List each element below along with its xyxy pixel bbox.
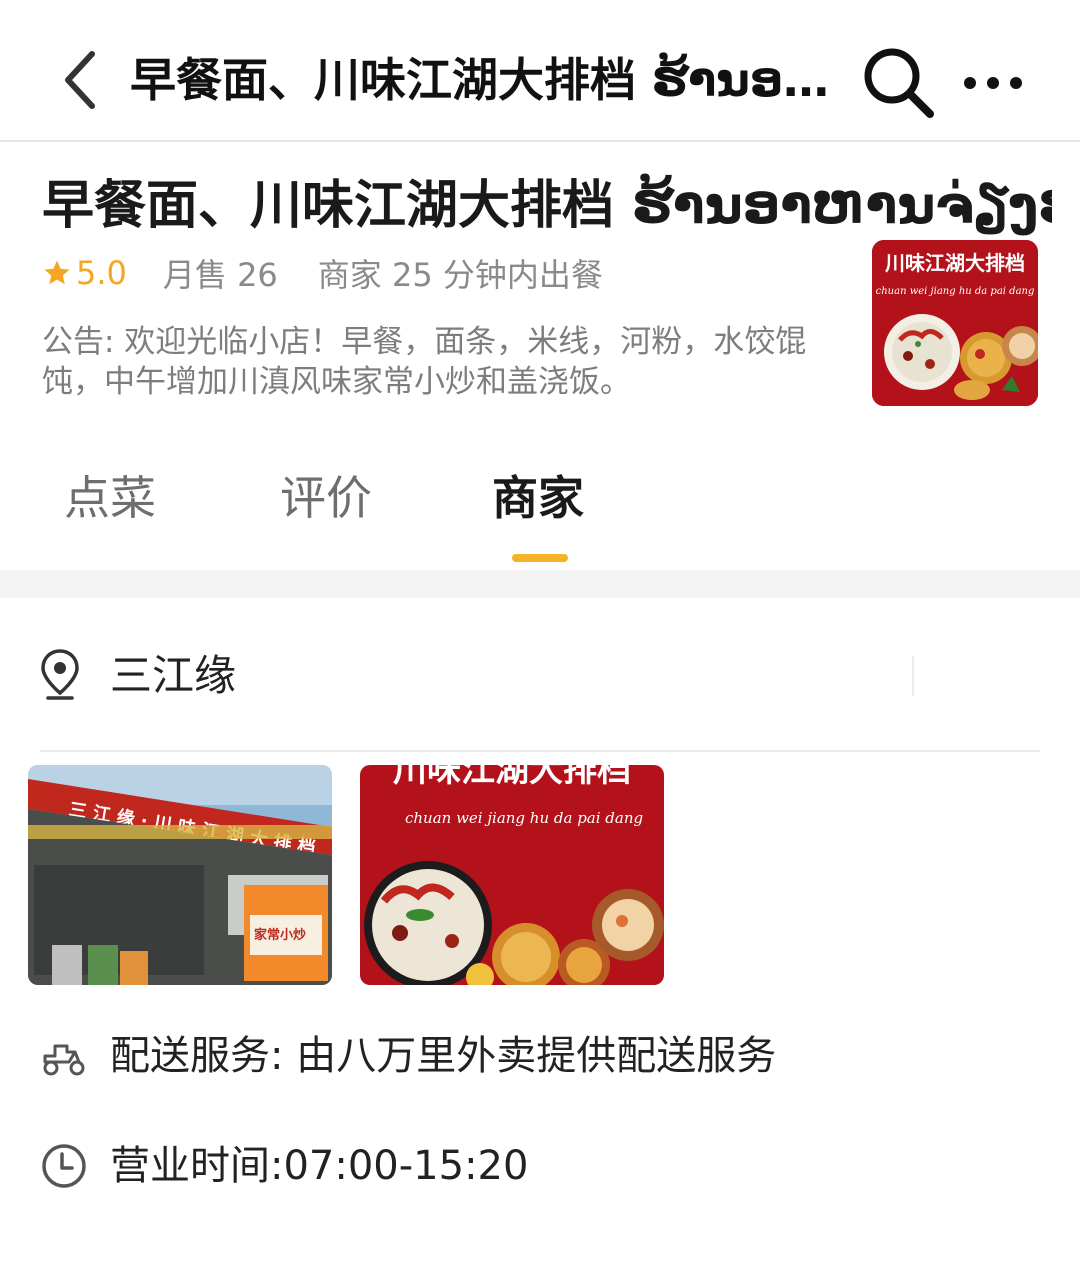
address-text: 三江缘 xyxy=(110,651,237,700)
scooter-icon xyxy=(43,1044,85,1076)
star-icon xyxy=(44,260,70,285)
location-pin-icon xyxy=(41,649,79,700)
business-hours-text: 营业时间:07:00-15:20 xyxy=(110,1143,529,1189)
row-divider xyxy=(40,750,1040,752)
store-notice: 公告: 欢迎光临小店！早餐，面条，米线，河粉，水饺馄饨，中午增加川滇风味家常小炒… xyxy=(42,324,807,400)
clock-icon xyxy=(42,1144,86,1188)
tab-merchant[interactable]: 商家 xyxy=(492,468,584,528)
top-nav-bar: 早餐面、川味江湖大排档 ຮ້ານອາ... xyxy=(0,0,1080,142)
banner-title: 川味江湖大排档 xyxy=(393,765,631,790)
storefront-board-text: 家常小炒 xyxy=(254,927,306,943)
tab-bar: 点菜 评价 商家 xyxy=(0,450,1080,570)
address-divider xyxy=(912,656,914,696)
banner-subtitle: chuan wei jiang hu da pai dang xyxy=(405,809,643,827)
more-dots-icon[interactable] xyxy=(960,60,1026,106)
business-hours-row: 营业时间:07:00-15:20 xyxy=(0,1128,1080,1208)
tab-reviews[interactable]: 评价 xyxy=(280,468,372,528)
section-separator xyxy=(0,570,1080,598)
search-icon[interactable] xyxy=(860,44,936,120)
chevron-left-icon[interactable] xyxy=(56,48,106,112)
logo-subtitle: chuan wei jiang hu da pai dang xyxy=(876,286,1035,297)
tab-order[interactable]: 点菜 xyxy=(64,468,156,528)
delivery-text: 配送服务: 由八万里外卖提供配送服务 xyxy=(110,1033,777,1079)
prep-time: 商家 25 分钟内出餐 xyxy=(317,256,603,294)
store-meta: 5.0 月售 26 商家 25 分钟内出餐 xyxy=(42,250,603,296)
active-tab-indicator xyxy=(512,554,568,562)
address-row[interactable]: 三江缘 xyxy=(0,620,1080,732)
rating-value: 5.0 xyxy=(76,254,127,292)
food-banner-photo[interactable]: 川味江湖大排档 chuan wei jiang hu da pai dang xyxy=(360,765,664,985)
store-name: 早餐面、川味江湖大排档 ຮ້ານອາຫານຈ່ຽງຮູ xyxy=(42,176,1052,236)
nav-title: 早餐面、川味江湖大排档 ຮ້ານອາ... xyxy=(130,53,830,107)
monthly-sales: 月售 26 xyxy=(162,256,278,294)
storefront-photo[interactable]: 三 江 缘 · 川 味 江 湖 大 排 档 家常小炒 xyxy=(28,765,332,985)
logo-title: 川味江湖大排档 xyxy=(884,251,1025,275)
store-logo[interactable]: 川味江湖大排档 chuan wei jiang hu da pai dang xyxy=(872,240,1038,406)
delivery-row: 配送服务: 由八万里外卖提供配送服务 xyxy=(0,1018,1080,1098)
